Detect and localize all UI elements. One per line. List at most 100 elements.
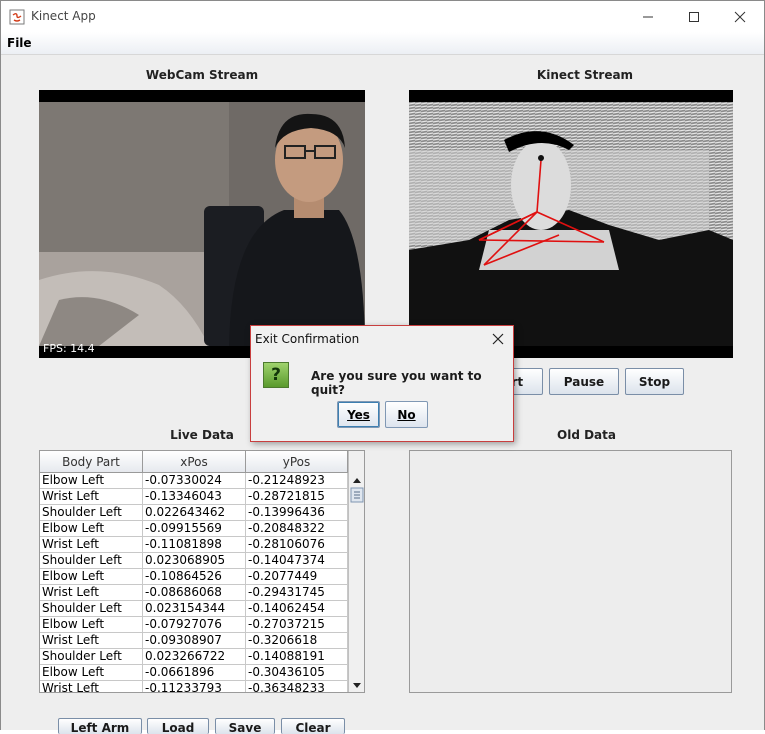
table-row[interactable]: Wrist Left -0.08686068 -0.29431745	[40, 585, 348, 601]
minimize-button[interactable]	[625, 1, 671, 32]
cell-body-part[interactable]: Wrist Left	[40, 633, 143, 649]
scroll-up-arrow[interactable]	[353, 478, 361, 483]
old-data-panel	[409, 450, 732, 693]
cell-xpos[interactable]: -0.11081898	[143, 537, 246, 553]
close-icon	[492, 333, 504, 345]
maximize-button[interactable]	[671, 1, 717, 32]
cell-ypos[interactable]: -0.3206618	[246, 633, 348, 649]
kinect-caption: Kinect Stream	[536, 68, 634, 82]
table-row[interactable]: Shoulder Left 0.022643462 -0.13996436	[40, 505, 348, 521]
table-row[interactable]: Shoulder Left 0.023154344 -0.14062454	[40, 601, 348, 617]
load-button[interactable]: Load	[147, 718, 209, 734]
cell-ypos[interactable]: -0.13996436	[246, 505, 348, 521]
cell-body-part[interactable]: Wrist Left	[40, 537, 143, 553]
dialog-close-button[interactable]	[487, 328, 509, 350]
cell-body-part[interactable]: Elbow Left	[40, 617, 143, 633]
table-row[interactable]: Elbow Left -0.07927076 -0.27037215	[40, 617, 348, 633]
kinect-stream	[409, 90, 733, 358]
webcam-caption: WebCam Stream	[145, 68, 259, 82]
cell-body-part[interactable]: Shoulder Left	[40, 553, 143, 569]
cell-xpos[interactable]: -0.08686068	[143, 585, 246, 601]
cell-xpos[interactable]: -0.13346043	[143, 489, 246, 505]
cell-body-part[interactable]: Elbow Left	[40, 521, 143, 537]
dialog-title: Exit Confirmation	[255, 332, 360, 346]
cell-ypos[interactable]: -0.14062454	[246, 601, 348, 617]
cell-xpos[interactable]: 0.023154344	[143, 601, 246, 617]
cell-body-part[interactable]: Wrist Left	[40, 489, 143, 505]
cell-ypos[interactable]: -0.14088191	[246, 649, 348, 665]
cell-xpos[interactable]: -0.09308907	[143, 633, 246, 649]
cell-xpos[interactable]: -0.09915569	[143, 521, 246, 537]
cell-body-part[interactable]: Elbow Left	[40, 665, 143, 681]
table-body: Elbow Left -0.07330024 -0.21248923 Wrist Le…	[40, 473, 348, 692]
table-row[interactable]: Shoulder Left 0.023266722 -0.14088191	[40, 649, 348, 665]
cell-ypos[interactable]: -0.2077449	[246, 569, 348, 585]
cell-xpos[interactable]: -0.0661896	[143, 665, 246, 681]
stop-button[interactable]: Stop	[625, 368, 684, 395]
menu-bar: File	[1, 32, 764, 55]
close-button[interactable]	[717, 1, 763, 32]
cell-ypos[interactable]: -0.30436105	[246, 665, 348, 681]
pause-button[interactable]: Pause	[549, 368, 619, 395]
menu-file[interactable]: File	[7, 36, 32, 50]
cell-body-part[interactable]: Wrist Left	[40, 681, 143, 692]
close-icon	[734, 11, 746, 22]
java-app-icon	[9, 9, 25, 25]
scrollbar-graphic	[350, 478, 364, 688]
table-row[interactable]: Wrist Left -0.11233793 -0.36348233	[40, 681, 348, 692]
dialog-message: Are you sure you want to quit?	[311, 369, 482, 397]
cell-body-part[interactable]: Elbow Left	[40, 473, 143, 489]
live-data-table[interactable]: Body Part xPos yPos Elbow Left -0.0733002…	[39, 450, 365, 693]
cell-xpos[interactable]: 0.022643462	[143, 505, 246, 521]
cell-xpos[interactable]: -0.10864526	[143, 569, 246, 585]
minimize-icon	[643, 16, 653, 17]
cell-xpos[interactable]: 0.023266722	[143, 649, 246, 665]
cell-ypos[interactable]: -0.20848322	[246, 521, 348, 537]
question-icon: ?	[263, 362, 289, 388]
cell-body-part[interactable]: Wrist Left	[40, 585, 143, 601]
table-row[interactable]: Wrist Left -0.09308907 -0.3206618	[40, 633, 348, 649]
body-part-selector[interactable]: Left Arm	[58, 718, 142, 734]
cell-body-part[interactable]: Shoulder Left	[40, 601, 143, 617]
window-title: Kinect App	[31, 9, 96, 23]
app-window: Kinect App File WebCam Stream Kinect Str…	[0, 0, 765, 734]
cell-ypos[interactable]: -0.29431745	[246, 585, 348, 601]
table-row[interactable]: Elbow Left -0.07330024 -0.21248923	[40, 473, 348, 489]
cell-body-part[interactable]: Shoulder Left	[40, 649, 143, 665]
yes-button[interactable]: Yes	[337, 401, 380, 428]
cell-body-part[interactable]: Elbow Left	[40, 569, 143, 585]
webcam-stream: FPS: 14.4	[39, 90, 365, 358]
table-row[interactable]: Elbow Left -0.09915569 -0.20848322	[40, 521, 348, 537]
cell-body-part[interactable]: Shoulder Left	[40, 505, 143, 521]
maximize-icon	[689, 11, 699, 22]
cell-xpos[interactable]: -0.07927076	[143, 617, 246, 633]
cell-ypos[interactable]: -0.28106076	[246, 537, 348, 553]
webcam-frame	[39, 90, 365, 358]
cell-ypos[interactable]: -0.21248923	[246, 473, 348, 489]
cell-xpos[interactable]: 0.023068905	[143, 553, 246, 569]
column-header-ypos[interactable]: yPos	[246, 451, 348, 473]
scroll-down-arrow[interactable]	[353, 683, 361, 688]
exit-confirmation-dialog: Exit Confirmation ? Are you sure you wan…	[250, 325, 514, 442]
column-header-xpos[interactable]: xPos	[143, 451, 246, 473]
table-row[interactable]: Elbow Left -0.0661896 -0.30436105	[40, 665, 348, 681]
save-button[interactable]: Save	[215, 718, 275, 734]
table-header: Body Part xPos yPos	[40, 451, 348, 473]
title-bar[interactable]: Kinect App	[1, 1, 764, 32]
cell-xpos[interactable]: -0.11233793	[143, 681, 246, 692]
column-header-body-part[interactable]: Body Part	[40, 451, 143, 473]
cell-ypos[interactable]: -0.36348233	[246, 681, 348, 692]
table-row[interactable]: Wrist Left -0.11081898 -0.28106076	[40, 537, 348, 553]
table-row[interactable]: Wrist Left -0.13346043 -0.28721815	[40, 489, 348, 505]
cell-ypos[interactable]: -0.14047374	[246, 553, 348, 569]
cell-xpos[interactable]: -0.07330024	[143, 473, 246, 489]
no-button[interactable]: No	[385, 401, 428, 428]
table-row[interactable]: Shoulder Left 0.023068905 -0.14047374	[40, 553, 348, 569]
table-row[interactable]: Elbow Left -0.10864526 -0.2077449	[40, 569, 348, 585]
body-part-selector-value: Left Arm	[70, 721, 130, 734]
table-scrollbar[interactable]	[348, 451, 364, 692]
kinect-depth-frame	[409, 90, 733, 358]
cell-ypos[interactable]: -0.27037215	[246, 617, 348, 633]
cell-ypos[interactable]: -0.28721815	[246, 489, 348, 505]
clear-button[interactable]: Clear	[281, 718, 345, 734]
